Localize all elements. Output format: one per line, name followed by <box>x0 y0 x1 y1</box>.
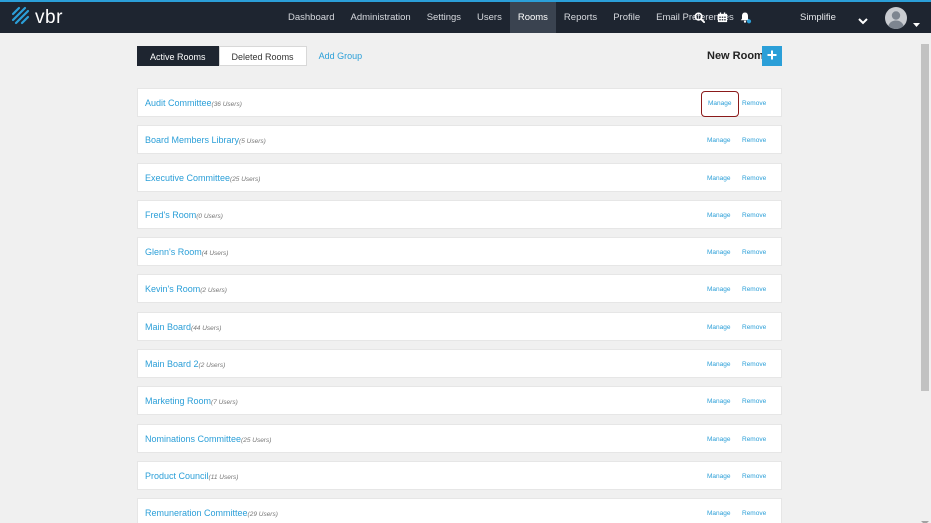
nav-profile[interactable]: Profile <box>605 2 648 33</box>
room-name-link[interactable]: Main Board(44 Users) <box>145 313 221 342</box>
avatar[interactable] <box>885 7 907 29</box>
room-row: Fred's Room(0 Users) Manage Remove <box>137 199 782 230</box>
remove-button[interactable]: Remove <box>742 462 766 491</box>
remove-button[interactable]: Remove <box>742 126 766 155</box>
room-user-count: (2 Users) <box>198 362 226 370</box>
bell-icon[interactable] <box>739 11 752 24</box>
room-row: Board Members Library(5 Users) Manage Re… <box>137 125 782 155</box>
add-group-link[interactable]: Add Group <box>319 51 363 61</box>
remove-button[interactable]: Remove <box>742 350 766 379</box>
room-user-count: (4 Users) <box>201 250 229 258</box>
caret-down-icon[interactable] <box>913 15 920 33</box>
remove-button[interactable]: Remove <box>742 313 766 342</box>
room-name-link[interactable]: Audit Committee(36 Users) <box>145 89 242 118</box>
manage-button[interactable]: Manage <box>707 275 731 304</box>
room-name-link[interactable]: Executive Committee(25 Users) <box>145 164 260 193</box>
manage-button[interactable]: Manage <box>707 499 731 523</box>
room-name-link[interactable]: Nominations Committee(25 Users) <box>145 425 271 454</box>
room-tabs: Active Rooms Deleted Rooms Add Group <box>137 46 362 66</box>
nav-settings[interactable]: Settings <box>419 2 469 33</box>
plus-icon <box>767 47 777 65</box>
main-nav: Dashboard Administration Settings Users … <box>280 2 742 33</box>
tab-active-rooms[interactable]: Active Rooms <box>137 46 219 66</box>
room-row: Marketing Room(7 Users) Manage Remove <box>137 386 782 416</box>
new-room-button[interactable] <box>762 46 782 66</box>
room-name-link[interactable]: Remuneration Committee(29 Users) <box>145 499 278 523</box>
room-row: Main Board 2(2 Users) Manage Remove <box>137 349 782 379</box>
remove-button[interactable]: Remove <box>742 275 766 304</box>
room-name-link[interactable]: Fred's Room(0 Users) <box>145 201 223 230</box>
room-row: Product Council(11 Users) Manage Remove <box>137 460 782 491</box>
room-user-count: (0 Users) <box>196 212 223 220</box>
room-user-count: (2 Users) <box>200 287 227 295</box>
chevron-down-icon[interactable] <box>858 12 868 30</box>
scrollbar-thumb[interactable] <box>921 44 929 391</box>
nav-dashboard[interactable]: Dashboard <box>280 2 342 33</box>
new-room-label: New Room <box>707 50 764 62</box>
room-row: Nominations Committee(25 Users) Manage R… <box>137 423 782 454</box>
manage-button[interactable]: Manage <box>707 126 731 155</box>
tab-deleted-rooms[interactable]: Deleted Rooms <box>218 46 307 66</box>
user-menu-name[interactable]: Simplifie <box>800 2 836 33</box>
room-user-count: (5 Users) <box>239 138 266 146</box>
room-row: Remuneration Committee(29 Users) Manage … <box>137 498 782 523</box>
manage-button[interactable]: Manage <box>707 238 731 267</box>
room-user-count: (44 Users) <box>191 324 222 332</box>
brand-logo[interactable]: vbr <box>11 6 63 31</box>
room-user-count: (36 Users) <box>211 101 242 108</box>
room-list: Audit Committee(36 Users) Manage Remove … <box>137 88 782 523</box>
vbr-logo-icon <box>11 6 31 31</box>
manage-button[interactable]: Manage <box>707 350 731 379</box>
manage-button[interactable]: Manage <box>707 462 731 491</box>
manage-button[interactable]: Manage <box>707 313 731 342</box>
room-row: Kevin's Room(2 Users) Manage Remove <box>137 274 782 304</box>
room-row: Audit Committee(36 Users) Manage Remove <box>137 88 782 117</box>
scroll-down-arrow-icon[interactable] <box>921 513 929 523</box>
room-name-link[interactable]: Board Members Library(5 Users) <box>145 126 266 155</box>
manage-button[interactable]: Manage <box>707 201 731 230</box>
manage-button[interactable]: Manage <box>707 425 731 454</box>
nav-users[interactable]: Users <box>469 2 510 33</box>
manage-button[interactable]: Manage <box>701 91 739 117</box>
room-user-count: (25 Users) <box>230 175 261 183</box>
nav-rooms[interactable]: Rooms <box>509 2 556 33</box>
room-user-count: (29 Users) <box>247 511 278 519</box>
room-user-count: (25 Users) <box>241 436 272 444</box>
search-icon[interactable] <box>693 11 706 24</box>
room-name-link[interactable]: Main Board 2(2 Users) <box>145 350 225 379</box>
nav-reports[interactable]: Reports <box>556 2 605 33</box>
logo-text: vbr <box>35 7 63 28</box>
top-navbar: vbr Dashboard Administration Settings Us… <box>0 0 931 33</box>
remove-button[interactable]: Remove <box>742 164 766 193</box>
room-name-link[interactable]: Kevin's Room(2 Users) <box>145 275 227 304</box>
manage-button[interactable]: Manage <box>707 387 731 416</box>
remove-button[interactable]: Remove <box>742 425 766 454</box>
room-row: Main Board(44 Users) Manage Remove <box>137 311 782 342</box>
room-user-count: (7 Users) <box>211 399 238 407</box>
remove-button[interactable]: Remove <box>742 499 766 523</box>
remove-button[interactable]: Remove <box>742 201 766 230</box>
room-name-link[interactable]: Glenn's Room(4 Users) <box>145 238 228 267</box>
room-row: Executive Committee(25 Users) Manage Rem… <box>137 162 782 193</box>
room-name-link[interactable]: Product Council(11 Users) <box>145 462 238 491</box>
room-name-link[interactable]: Marketing Room(7 Users) <box>145 387 238 416</box>
calendar-icon[interactable] <box>716 11 729 24</box>
nav-icon-group <box>693 2 752 33</box>
room-user-count: (11 Users) <box>208 473 239 481</box>
remove-button[interactable]: Remove <box>742 89 766 118</box>
room-row: Glenn's Room(4 Users) Manage Remove <box>137 237 782 267</box>
remove-button[interactable]: Remove <box>742 238 766 267</box>
nav-administration[interactable]: Administration <box>342 2 418 33</box>
remove-button[interactable]: Remove <box>742 387 766 416</box>
manage-button[interactable]: Manage <box>707 164 731 193</box>
